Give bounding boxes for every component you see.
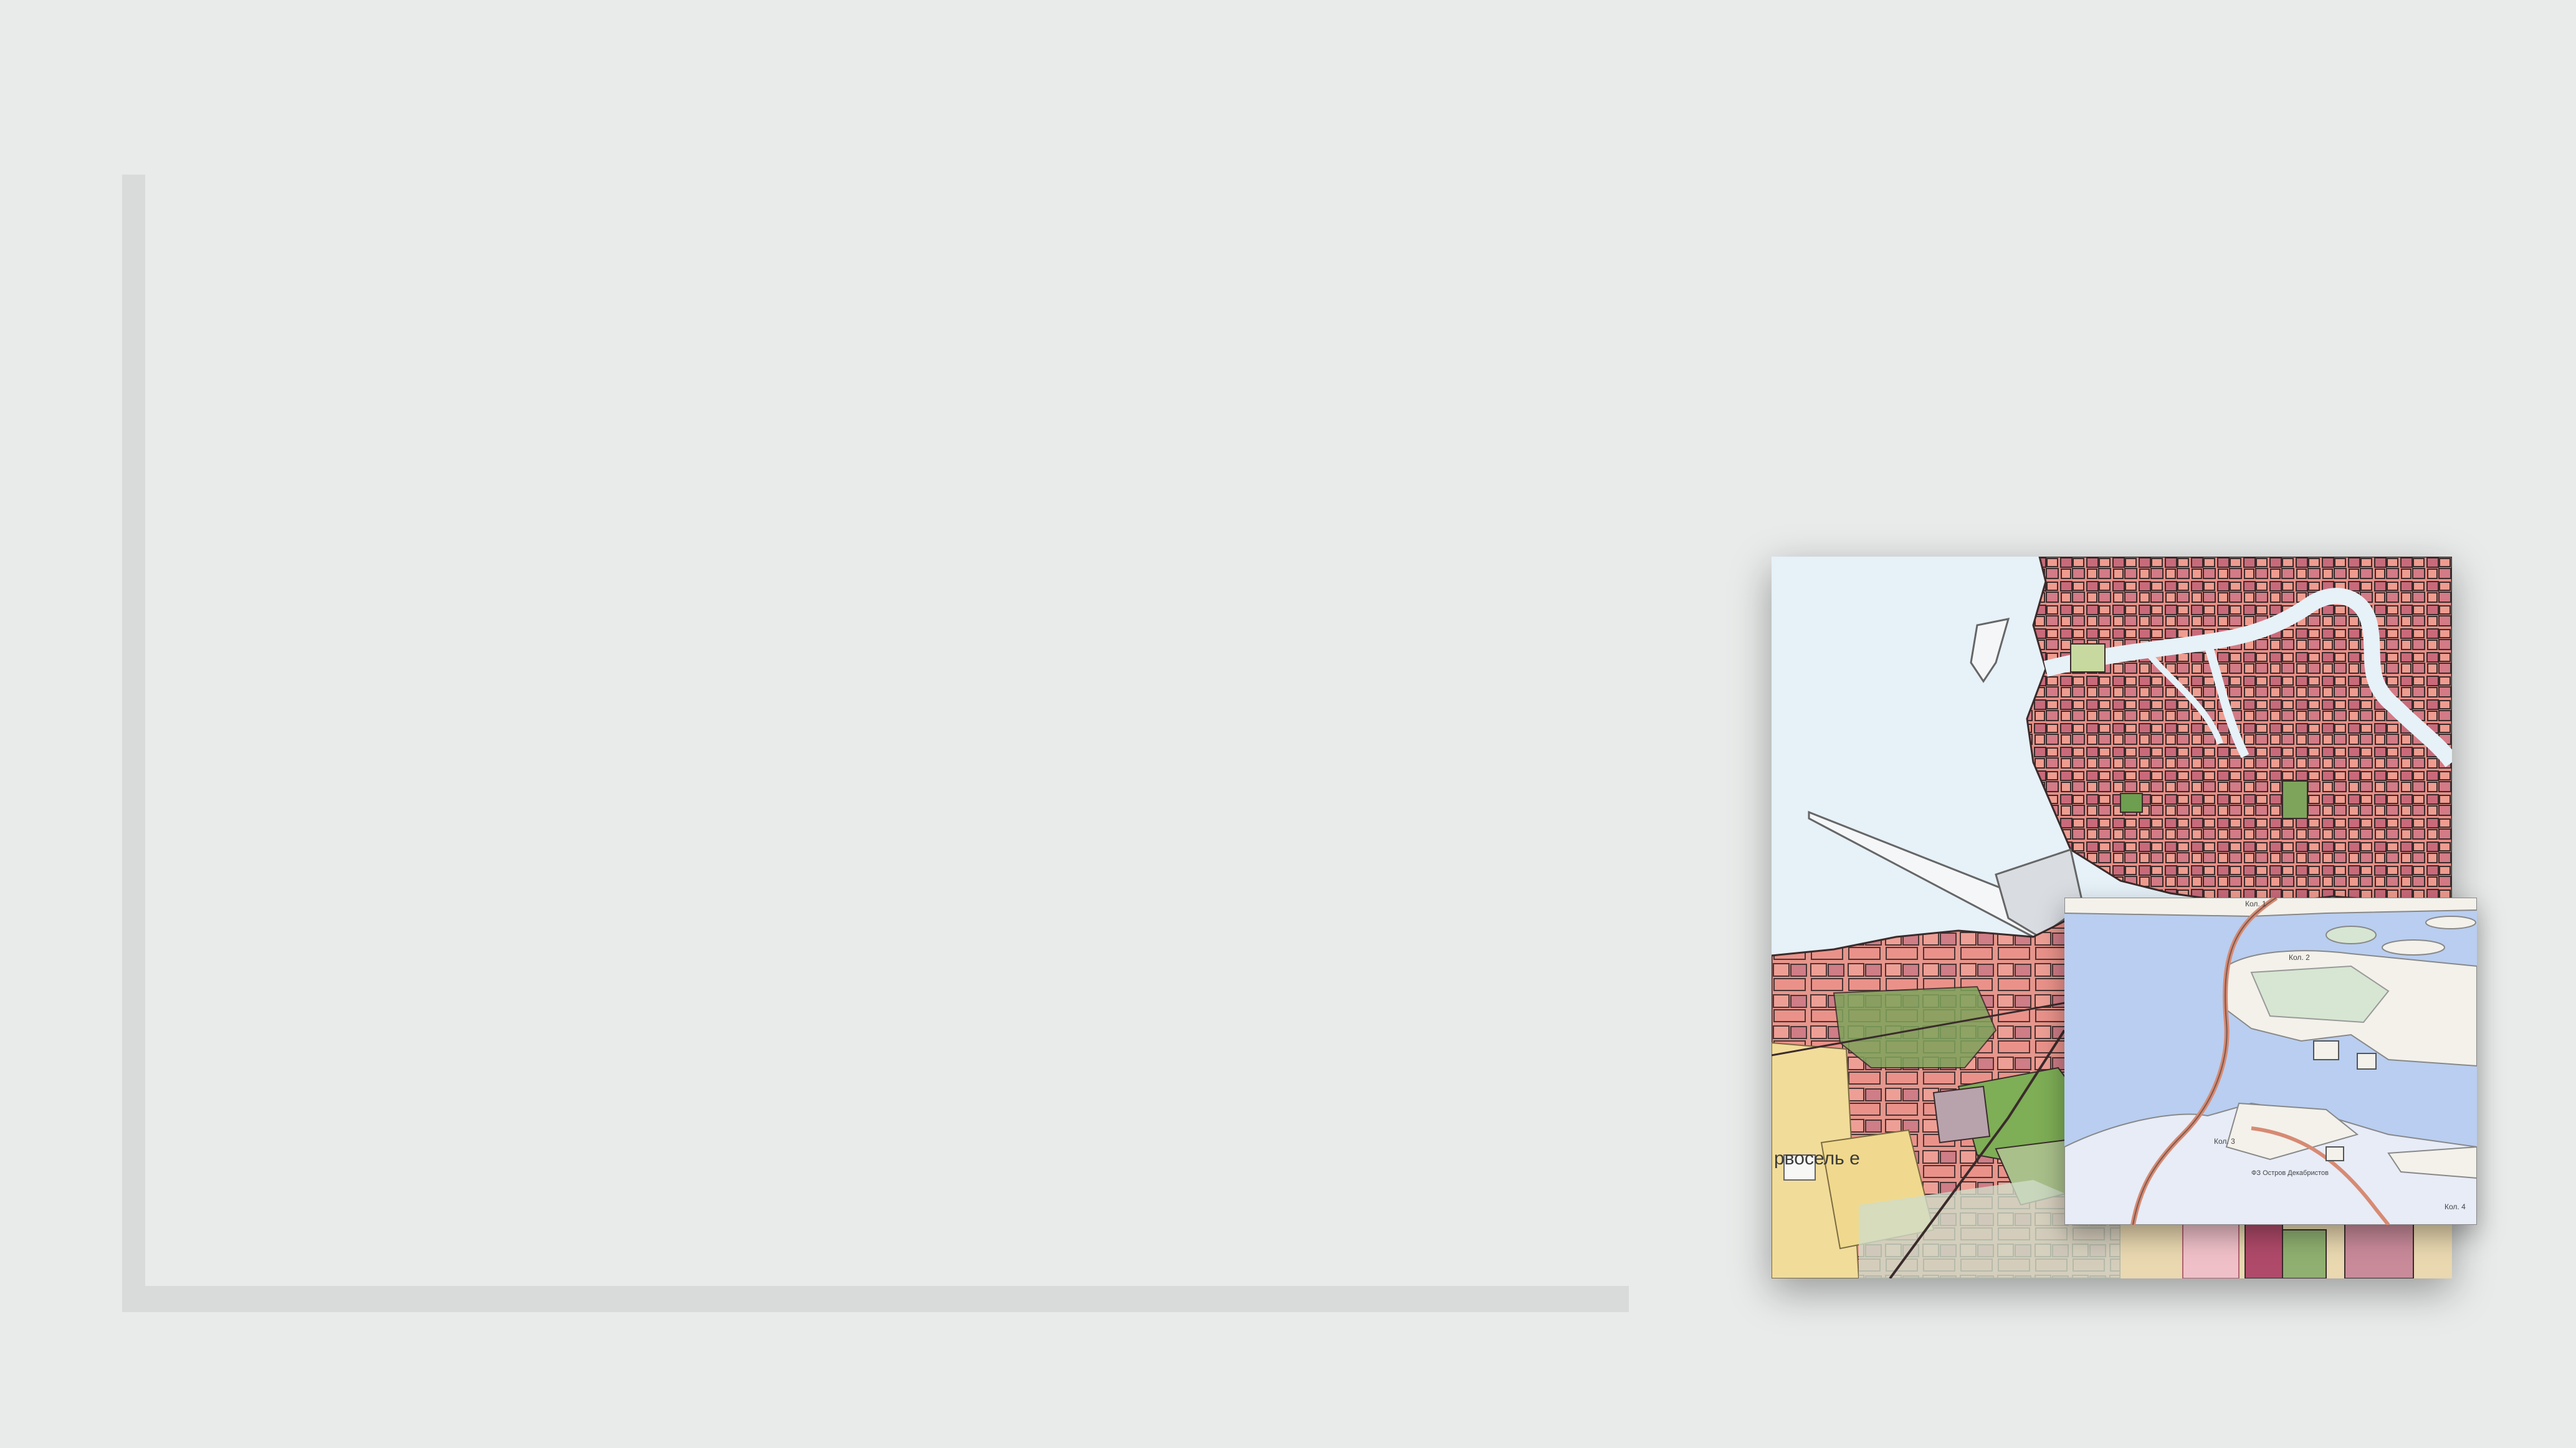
inset-map-graphic: Кол. 1 Кол. 2 Кол. 3 ФЗ Остров Декабрист… xyxy=(2064,898,2477,1225)
frame-bottom-bar xyxy=(122,1286,1629,1312)
inset-label-1: Кол. 1 xyxy=(2245,899,2266,908)
inset-label-3: Кол. 3 xyxy=(2214,1137,2235,1146)
inset-label-2: Кол. 2 xyxy=(2289,953,2310,962)
place-label: рвосель е xyxy=(1774,1148,1860,1169)
inset-label-4: ФЗ Остров Декабристов xyxy=(2251,1169,2329,1177)
frame-left-bar xyxy=(122,175,145,1312)
inset-detail-map: Кол. 1 Кол. 2 Кол. 3 ФЗ Остров Декабрист… xyxy=(2064,898,2477,1225)
inset-label-5: Кол. 4 xyxy=(2445,1202,2466,1211)
